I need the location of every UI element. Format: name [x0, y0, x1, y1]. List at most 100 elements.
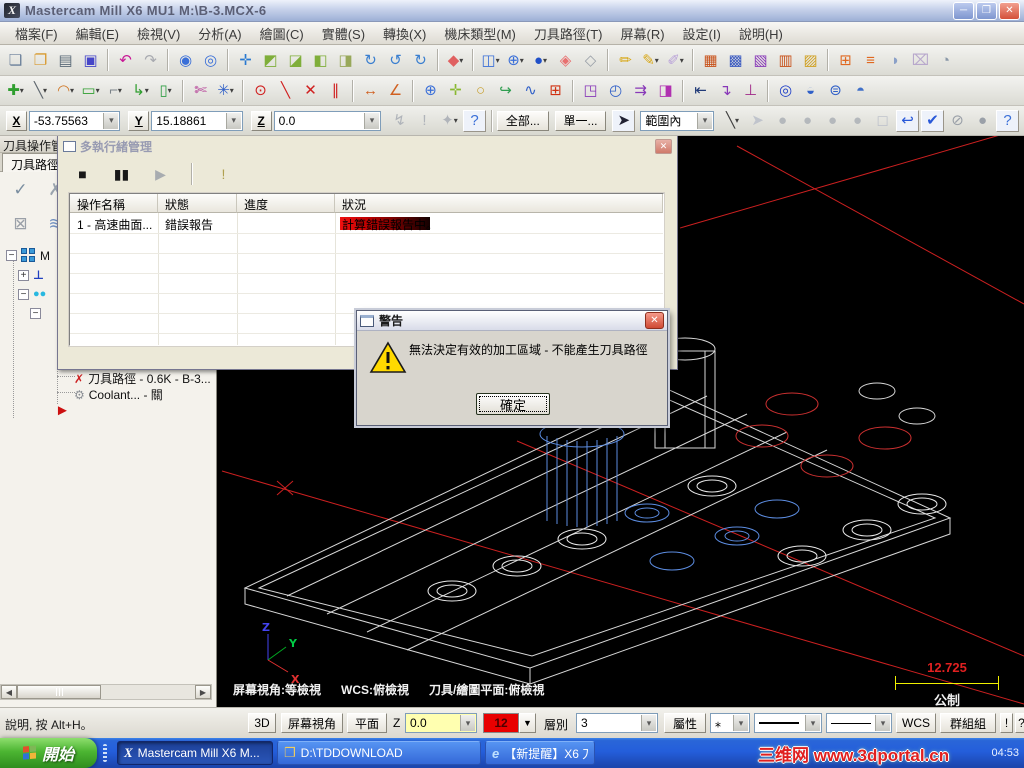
pocket-toolpath-icon[interactable]: ◒ — [799, 80, 822, 102]
delete-duplicates-icon[interactable]: ∥ — [324, 80, 347, 102]
clipped-edge-icon[interactable]: ◔ — [934, 49, 957, 71]
dialog-titlebar[interactable]: 警告 ✕ — [357, 311, 667, 331]
analyze-angle-icon[interactable]: ∠ — [384, 80, 407, 102]
z-depth-input[interactable]: 0.0 — [405, 713, 477, 733]
save-icon[interactable]: ▣ — [79, 49, 102, 71]
material-sphere-icon[interactable]: ● ▾ — [529, 49, 552, 71]
menu-file[interactable]: 檔案(F) — [6, 22, 67, 45]
minimize-icon[interactable]: ─ — [953, 1, 974, 20]
attributes-button[interactable]: 屬性 — [664, 713, 706, 733]
point-origin-icon[interactable]: ⊙ — [249, 80, 272, 102]
3d-mode-button[interactable]: 3D — [248, 713, 276, 733]
delete-entities-icon[interactable]: ✕ — [299, 80, 322, 102]
select-solids-3-icon[interactable]: ● — [821, 110, 844, 132]
z-axis-button[interactable]: Z — [250, 110, 272, 131]
menu-create[interactable]: 繪圖(C) — [251, 22, 313, 45]
in-range-select[interactable]: 範圍內 — [640, 110, 714, 131]
sketch-line-small-icon[interactable]: ╲ ▾ — [721, 110, 744, 132]
select-solids-4-icon[interactable]: ● — [846, 110, 869, 132]
x-axis-button[interactable]: X — [6, 110, 27, 131]
resume-icon[interactable]: ▶ — [149, 163, 172, 185]
nesting-icon[interactable]: ↴ — [714, 80, 737, 102]
scroll-right-icon[interactable]: ▶ — [195, 685, 211, 699]
wireframe-display-icon[interactable]: ◫ ▾ — [479, 49, 502, 71]
trim-break-icon[interactable]: ✄ — [189, 80, 212, 102]
cell-state[interactable]: 計算錯誤報告中。 — [335, 214, 663, 233]
gview-top-icon[interactable]: ◩ — [259, 49, 282, 71]
screen-tile-icon[interactable]: ▨ — [799, 49, 822, 71]
mesh-grid-icon[interactable]: ⊞ — [834, 49, 857, 71]
drill-toolpath-icon[interactable]: ◓ — [849, 80, 872, 102]
screen-copy-icon[interactable]: ▧ — [749, 49, 772, 71]
point-style-select[interactable]: ⁎ — [710, 713, 750, 733]
sketch-plus-icon[interactable]: ✛ — [444, 80, 467, 102]
collapse-icon[interactable]: − — [18, 288, 29, 300]
close-icon[interactable]: ✕ — [999, 1, 1020, 20]
create-spline-icon[interactable]: ↳ ▾ — [129, 80, 152, 102]
gview-button[interactable]: 屏幕視角 — [281, 713, 343, 733]
exclaim-button[interactable]: ! — [1000, 713, 1013, 733]
cell-operation-name[interactable]: 1 - 高速曲面... — [70, 214, 158, 233]
shading-settings-icon[interactable]: ◆ ▾ — [444, 49, 467, 71]
clear-selection-icon[interactable]: ⊘ — [946, 110, 969, 132]
select-cursor-icon[interactable]: ➤ — [746, 110, 769, 132]
blank-entity-icon[interactable]: ✐ ▾ — [664, 49, 687, 71]
y-axis-button[interactable]: Y — [128, 110, 150, 131]
chevron-down-icon[interactable] — [641, 715, 656, 731]
start-button[interactable]: 開始 — [0, 738, 97, 768]
groups-button[interactable]: 群組組 — [940, 713, 996, 733]
help-2-icon[interactable]: ? — [995, 109, 1019, 132]
menu-settings[interactable]: 設定(I) — [674, 22, 730, 45]
project-icon[interactable]: ⊥ — [739, 80, 762, 102]
rotate-xz-icon[interactable]: ↺ — [384, 49, 407, 71]
column-header-name[interactable]: 操作名稱 — [70, 194, 158, 213]
line-style-select[interactable] — [754, 713, 822, 733]
scrollbar-thumb[interactable] — [17, 685, 101, 699]
create-arc-icon[interactable]: ◠ ▾ — [54, 80, 77, 102]
chevron-down-icon[interactable] — [733, 715, 748, 731]
tree-node-properties[interactable]: + ⊥ — [18, 268, 44, 282]
help-button[interactable]: ? — [1015, 713, 1024, 733]
tree-node-machine-group[interactable]: − M — [6, 248, 50, 263]
autocursor-icon[interactable]: ✦ ▾ — [438, 110, 461, 132]
spiral-toolpath-icon[interactable]: ◎ — [774, 80, 797, 102]
select-solids-2-icon[interactable]: ● — [796, 110, 819, 132]
wcs-globe-icon[interactable]: ⊕ — [419, 80, 442, 102]
undo-selection-icon[interactable]: ↩ — [895, 109, 919, 132]
column-header-status[interactable]: 狀態 — [158, 194, 237, 213]
gview-side-icon[interactable]: ◧ — [309, 49, 332, 71]
xform-rotate-icon[interactable]: ◴ — [604, 80, 627, 102]
undo-icon[interactable]: ↶ — [114, 49, 137, 71]
current-color-swatch[interactable]: 12 — [483, 713, 519, 733]
select-cube-icon[interactable]: ◻ — [871, 110, 894, 132]
shade-half-icon[interactable]: ◗ — [884, 49, 907, 71]
rotate-yz-icon[interactable]: ↻ — [409, 49, 432, 71]
chevron-down-icon[interactable] — [225, 112, 241, 129]
create-point-icon[interactable]: ✚ ▾ — [4, 80, 27, 102]
tree-node-operation[interactable]: − — [30, 308, 41, 319]
y-coordinate-input[interactable]: 15.18861 — [151, 110, 243, 131]
chevron-down-icon[interactable] — [103, 112, 119, 129]
end-selection-icon[interactable]: ✔ — [920, 109, 944, 132]
taskbar-item-mastercam[interactable]: X Mastercam Mill X6 M... — [117, 741, 273, 765]
alert-icon[interactable]: ! — [212, 163, 235, 185]
erase-tool-icon[interactable]: ⌧ — [909, 49, 932, 71]
panel-horizontal-scrollbar[interactable]: ◀ ▶ — [0, 684, 212, 700]
open-file-icon[interactable]: ❐ — [29, 49, 52, 71]
redo-icon[interactable]: ↷ — [139, 49, 162, 71]
tree-node-toolpath-file[interactable]: ✗ 刀具路徑 - 0.6K - B-3... — [74, 370, 211, 387]
insert-arrow-icon[interactable]: ► — [55, 402, 70, 419]
color-dropdown-icon[interactable]: ▼ — [519, 713, 536, 733]
chevron-down-icon[interactable] — [875, 715, 890, 731]
tree-node-toolpath-group[interactable]: − ●● — [18, 288, 46, 300]
menu-machine-type[interactable]: 機床類型(M) — [435, 22, 525, 45]
z-coordinate-input[interactable]: 0.0 — [273, 110, 382, 131]
menu-solids[interactable]: 實體(S) — [313, 22, 374, 45]
collapse-icon[interactable]: − — [6, 250, 17, 261]
create-cylinder-icon[interactable]: ▯ ▾ — [154, 80, 177, 102]
create-fillet-icon[interactable]: ⌐ ▾ — [104, 80, 127, 102]
gview-globe-icon[interactable]: ⊕ ▾ — [504, 49, 527, 71]
curve-flow-icon[interactable]: ↪ — [494, 80, 517, 102]
guess-icon[interactable]: ! — [413, 110, 436, 132]
ok-button[interactable]: 確定 — [476, 393, 550, 415]
